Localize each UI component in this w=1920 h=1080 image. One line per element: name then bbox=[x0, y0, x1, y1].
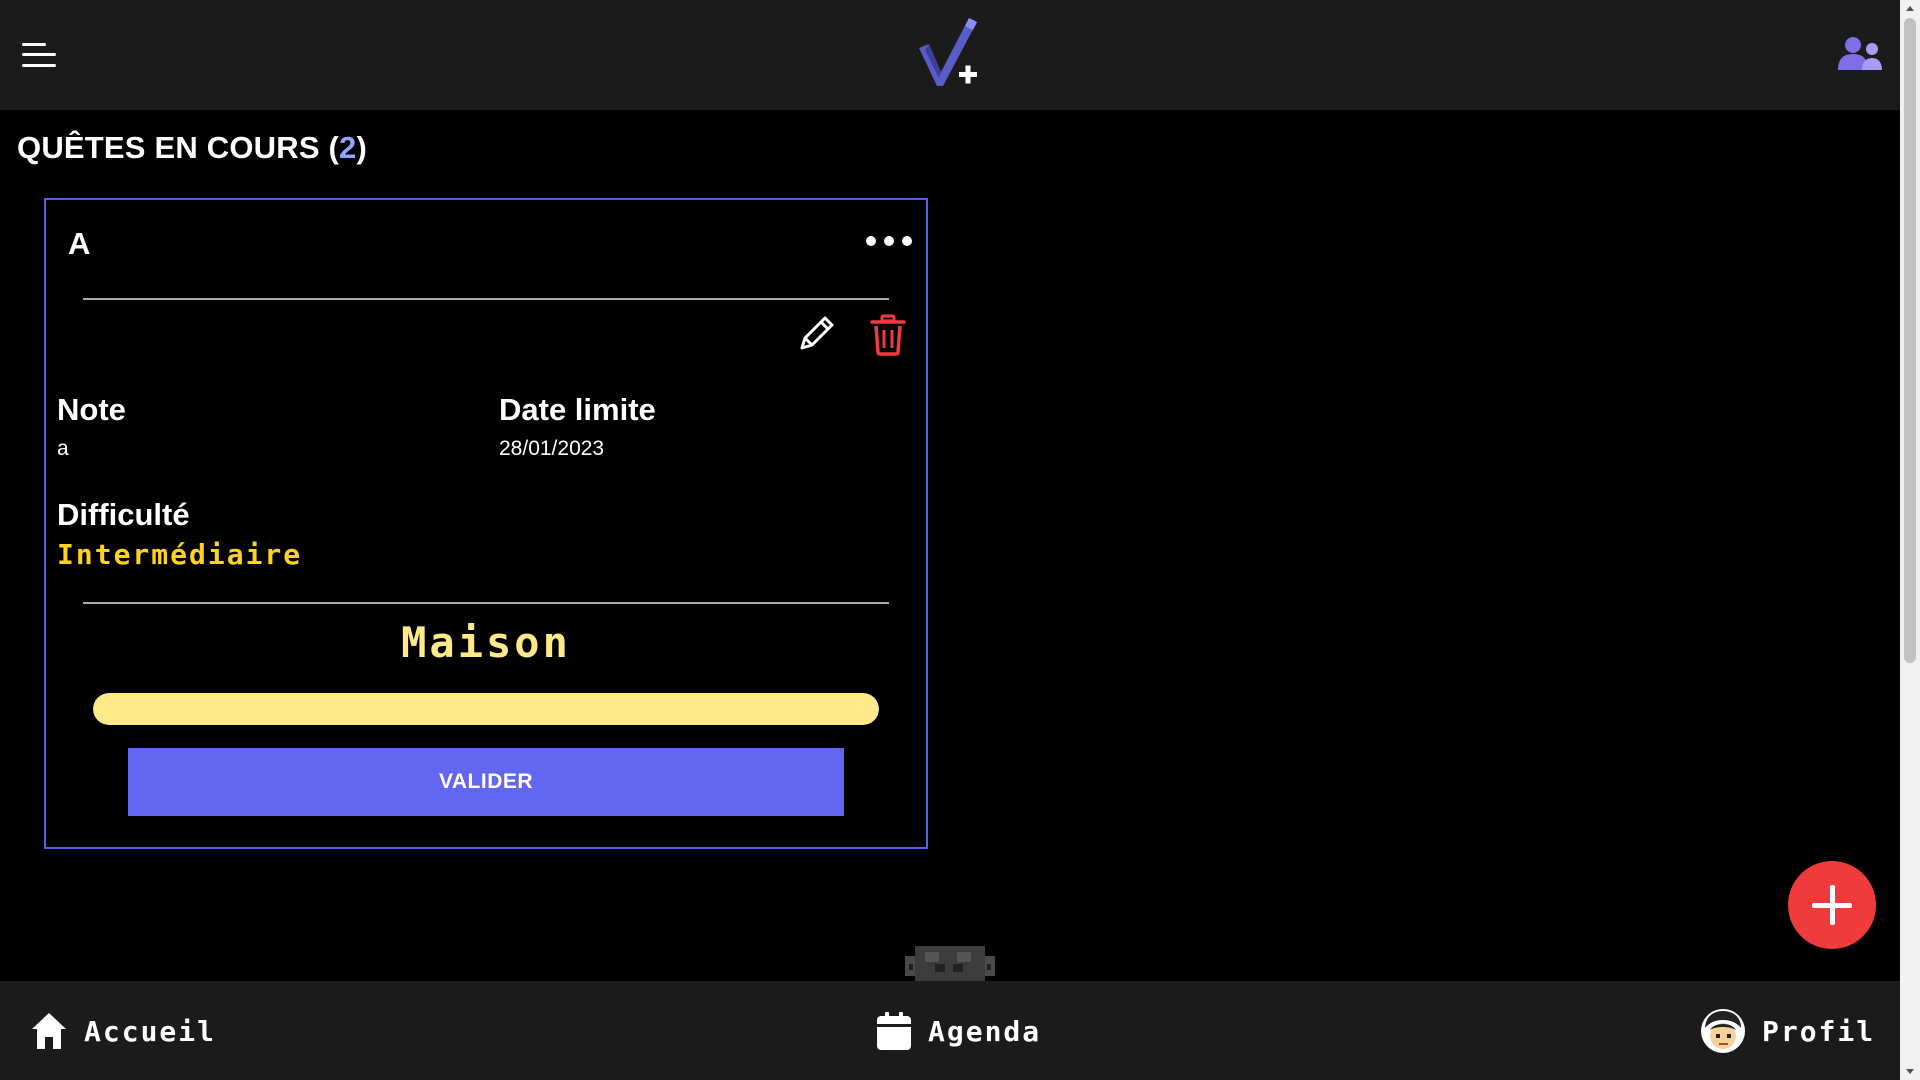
vertical-scrollbar[interactable] bbox=[1900, 0, 1920, 1080]
quest-title: A bbox=[68, 226, 91, 261]
divider bbox=[83, 602, 889, 604]
deadline-value: 28/01/2023 bbox=[499, 437, 605, 460]
page-title-end: ) bbox=[356, 130, 368, 165]
nav-item-agenda[interactable]: Agenda bbox=[876, 1009, 1041, 1053]
calendar-icon bbox=[877, 1012, 911, 1050]
nav-agenda-label: Agenda bbox=[928, 1014, 1042, 1048]
nav-item-profile[interactable]: Profil bbox=[1700, 1009, 1875, 1053]
progress-bar bbox=[93, 693, 879, 725]
deadline-label: Date limite bbox=[499, 392, 656, 427]
divider bbox=[83, 298, 889, 300]
note-value: a bbox=[57, 437, 69, 460]
page-title-text: QUÊTES EN COURS ( bbox=[17, 130, 340, 165]
nav-home-label: Accueil bbox=[84, 1014, 217, 1048]
progress-bar-fill bbox=[93, 693, 879, 725]
trash-icon[interactable] bbox=[870, 314, 906, 356]
pencil-icon[interactable] bbox=[796, 314, 836, 354]
nav-item-home[interactable]: Accueil bbox=[30, 1009, 216, 1053]
avatar-icon bbox=[1701, 1009, 1745, 1053]
quest-card: A Note a Date limite 28/01/2023 Difficul… bbox=[44, 198, 928, 849]
add-quest-button[interactable] bbox=[1788, 861, 1876, 949]
difficulty-value: Intermédiaire bbox=[57, 538, 303, 571]
nav-profile-label: Profil bbox=[1762, 1014, 1876, 1048]
more-horizontal-icon[interactable] bbox=[866, 234, 912, 248]
pixel-mascot-icon bbox=[905, 946, 995, 982]
home-icon bbox=[32, 1013, 66, 1049]
quest-category: Maison bbox=[401, 618, 571, 667]
page-title: QUÊTES EN COURS (2) bbox=[17, 130, 367, 166]
hamburger-menu-icon[interactable] bbox=[22, 40, 56, 70]
bottom-navigation: Accueil Agenda Profil bbox=[0, 981, 1900, 1080]
top-app-bar bbox=[0, 0, 1900, 110]
note-label: Note bbox=[57, 392, 126, 427]
check-plus-logo-icon[interactable] bbox=[915, 14, 985, 96]
scrollbar-thumb[interactable] bbox=[1904, 18, 1916, 663]
scroll-down-arrow-icon[interactable] bbox=[1900, 1063, 1920, 1080]
validate-button[interactable]: VALIDER bbox=[128, 748, 844, 816]
users-icon[interactable] bbox=[1836, 34, 1884, 74]
scroll-up-arrow-icon[interactable] bbox=[1900, 0, 1920, 17]
quest-count: 2 bbox=[339, 130, 357, 165]
difficulty-label: Difficulté bbox=[57, 497, 190, 532]
